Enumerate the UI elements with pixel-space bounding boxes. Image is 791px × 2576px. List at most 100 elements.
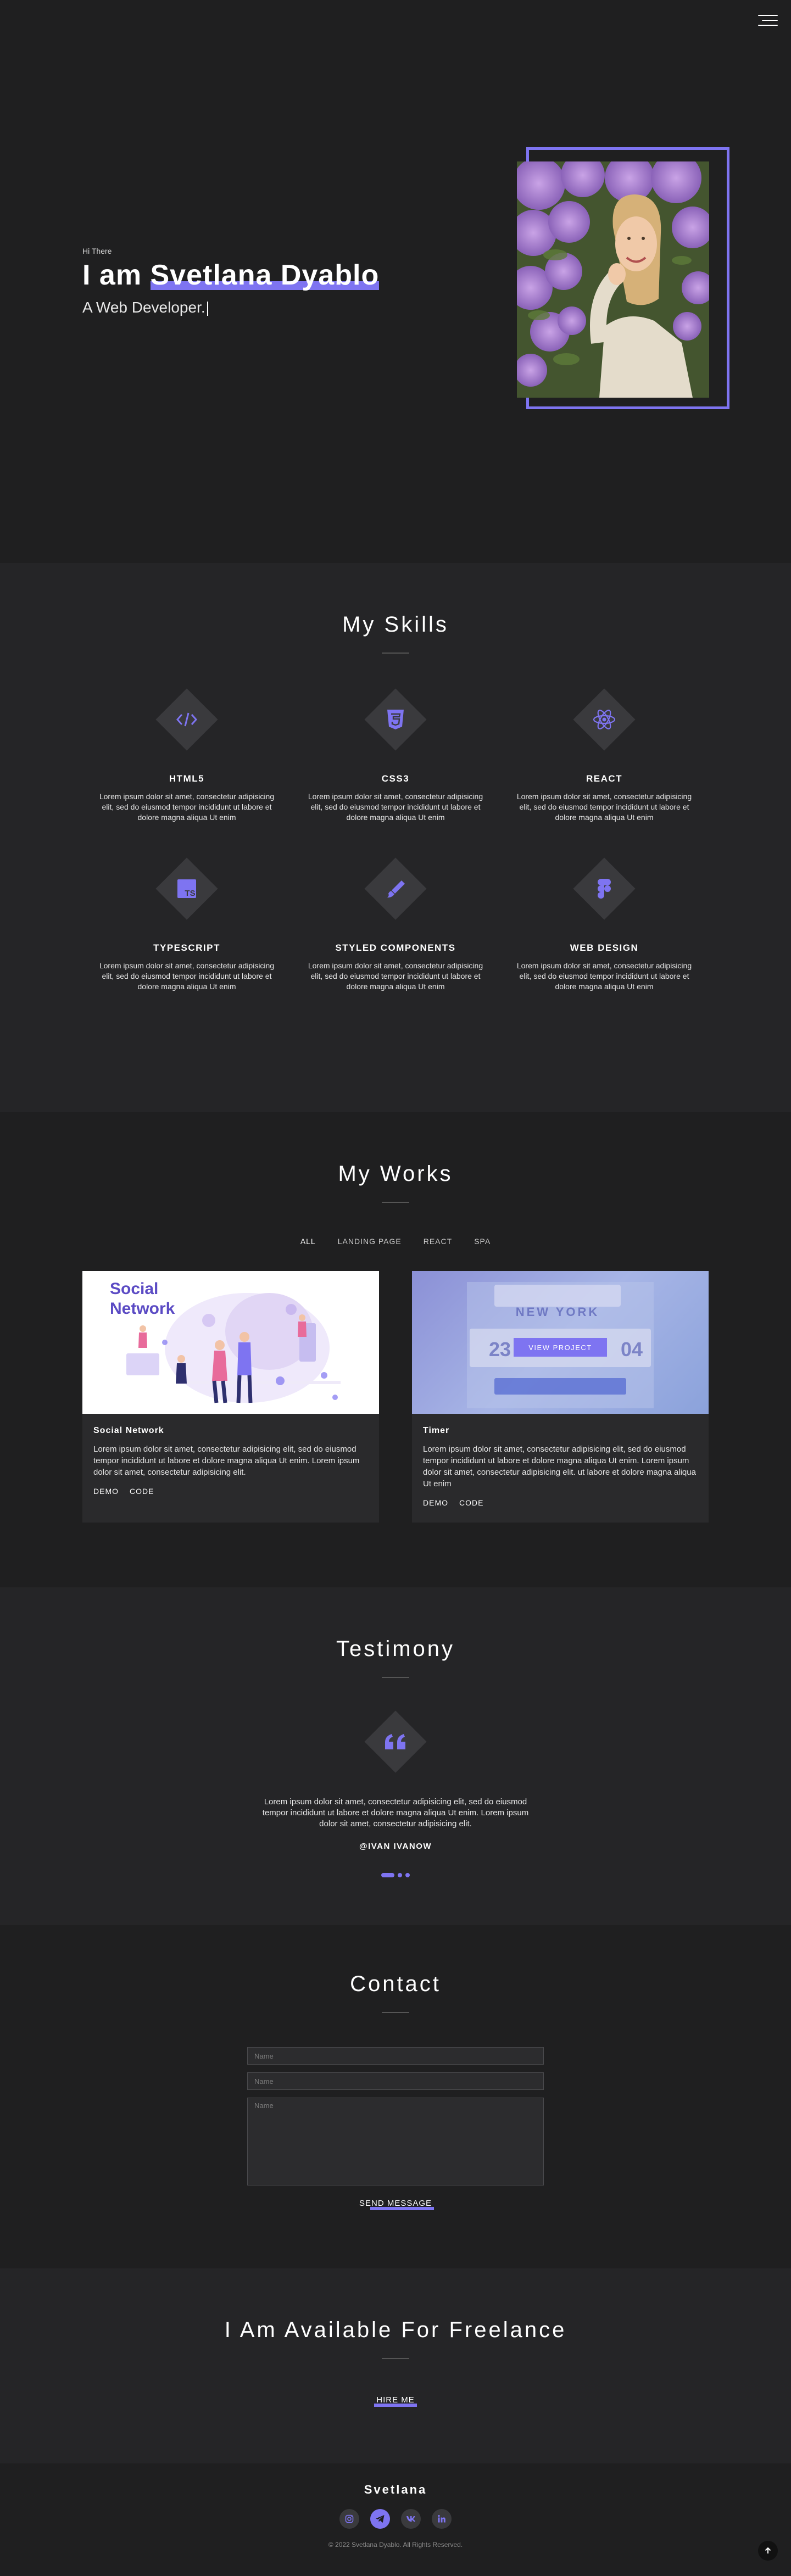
skill-card: CSS3 Lorem ipsum dolor sit amet, consect…: [302, 688, 489, 823]
tab-label: LANDING PAGE: [337, 1237, 402, 1246]
view-project-button[interactable]: VIEW PROJECT: [528, 1343, 592, 1352]
send-message-button[interactable]: SEND MESSAGE: [359, 2199, 435, 2210]
skill-description: Lorem ipsum dolor sit amet, consectetur …: [308, 961, 483, 991]
code-link[interactable]: CODE: [459, 1498, 483, 1507]
freelance-title: I Am Available For Freelance: [224, 2318, 567, 2342]
skill-description: Lorem ipsum dolor sit amet, consectetur …: [99, 792, 275, 822]
styled-components-icon: [387, 880, 405, 898]
contact-title: Contact: [350, 1972, 441, 1996]
section-divider: [382, 2012, 409, 2013]
freelance-section: I Am Available For Freelance HIRE ME: [0, 2268, 791, 2463]
message-field[interactable]: [247, 2098, 544, 2185]
skill-name: TYPESCRIPT: [153, 943, 220, 953]
hero-text: Hi There I am Svetlana Dyablo A Web Deve…: [82, 247, 379, 316]
tab-all[interactable]: ALL: [298, 1237, 318, 1249]
skill-icon-badge: [364, 857, 427, 921]
skills-section: My Skills HTML5 Lorem ipsum dolor sit am…: [0, 563, 791, 1112]
work-card: NEW YORK 23 04 VIEW PROJECT Timer Lorem …: [412, 1271, 709, 1523]
testimony-title: Testimony: [336, 1637, 455, 1661]
hire-me-button[interactable]: HIRE ME: [374, 2395, 417, 2407]
work-preview-image[interactable]: Social Network: [82, 1271, 379, 1414]
hero-greeting: Hi There: [82, 247, 112, 255]
carousel-dot-active[interactable]: [381, 1873, 394, 1877]
social-links: [0, 2509, 791, 2529]
tab-react[interactable]: REACT: [424, 1237, 452, 1248]
contact-section: Contact SEND MESSAGE: [0, 1925, 791, 2268]
name-field[interactable]: [247, 2047, 544, 2065]
skill-name: HTML5: [169, 773, 205, 784]
tab-landing-page[interactable]: LANDING PAGE: [338, 1237, 402, 1248]
skills-grid: HTML5 Lorem ipsum dolor sit amet, consec…: [0, 688, 791, 992]
skill-name: STYLED COMPONENTS: [335, 943, 456, 953]
carousel-dot[interactable]: [398, 1873, 402, 1877]
quote-icon: [385, 1734, 405, 1749]
skill-icon-badge: TS: [155, 857, 219, 921]
work-image-city: NEW YORK: [516, 1305, 600, 1319]
quote-badge: [364, 1710, 427, 1774]
work-preview-image[interactable]: NEW YORK 23 04 VIEW PROJECT: [412, 1271, 709, 1414]
demo-link[interactable]: DEMO: [423, 1498, 448, 1509]
contact-form: SEND MESSAGE: [247, 2047, 544, 2210]
scroll-to-top-button[interactable]: [758, 2541, 778, 2561]
skill-name: CSS3: [381, 773, 410, 784]
tab-label: ALL: [300, 1237, 316, 1246]
skill-card: WEB DESIGN Lorem ipsum dolor sit amet, c…: [511, 857, 698, 992]
skill-description: Lorem ipsum dolor sit amet, consectetur …: [99, 961, 275, 991]
work-image-days: 23: [489, 1338, 511, 1361]
skills-title: My Skills: [342, 612, 449, 637]
skill-name: REACT: [586, 773, 623, 784]
work-description: Lorem ipsum dolor sit amet, consectetur …: [93, 1445, 360, 1477]
hire-me-label: HIRE ME: [376, 2395, 415, 2405]
work-links: DEMO CODE: [423, 1498, 698, 1509]
figma-icon: [598, 879, 611, 899]
carousel-dots: [0, 1873, 791, 1877]
code-link[interactable]: CODE: [130, 1487, 154, 1496]
work-image-hours: 04: [621, 1338, 643, 1361]
footer-brand: Svetlana: [364, 2483, 427, 2496]
hero-title: I am Svetlana Dyablo: [82, 259, 380, 291]
demo-link-label: DEMO: [423, 1498, 448, 1507]
skill-icon-badge: [364, 688, 427, 751]
tab-spa[interactable]: SPA: [474, 1237, 491, 1248]
skill-icon-badge: [572, 857, 636, 921]
footer: Svetlana © 2022 Svetlana Dyablo. All Rig…: [0, 2463, 791, 2576]
works-title: My Works: [338, 1162, 453, 1186]
work-card-body: Timer Lorem ipsum dolor sit amet, consec…: [412, 1414, 709, 1523]
email-field[interactable]: [247, 2072, 544, 2090]
skill-description: Lorem ipsum dolor sit amet, consectetur …: [516, 961, 692, 991]
profile-photo: [517, 161, 709, 398]
hero-subtitle: A Web Developer.: [82, 299, 379, 316]
work-card-body: Social Network Lorem ipsum dolor sit ame…: [82, 1414, 379, 1511]
vk-icon[interactable]: [401, 2509, 421, 2529]
work-links: DEMO CODE: [93, 1487, 368, 1497]
hero-name: Svetlana Dyablo: [150, 259, 380, 291]
work-image-title-line2: Network: [110, 1300, 175, 1318]
testimony-section: Testimony Lorem ipsum dolor sit amet, co…: [0, 1587, 791, 1925]
instagram-icon[interactable]: [339, 2509, 359, 2529]
menu-burger-icon[interactable]: [758, 15, 778, 29]
demo-link[interactable]: DEMO: [93, 1487, 119, 1497]
skill-card: REACT Lorem ipsum dolor sit amet, consec…: [511, 688, 698, 823]
demo-link-label: DEMO: [93, 1487, 119, 1496]
section-divider: [382, 1677, 409, 1678]
work-title: Timer: [423, 1426, 450, 1435]
typing-caret: [207, 301, 208, 316]
skill-card: STYLED COMPONENTS Lorem ipsum dolor sit …: [302, 857, 489, 992]
skill-description: Lorem ipsum dolor sit amet, consectetur …: [516, 792, 692, 822]
telegram-icon[interactable]: [370, 2509, 390, 2529]
linkedin-icon[interactable]: [432, 2509, 452, 2529]
carousel-dot[interactable]: [405, 1873, 410, 1877]
code-icon: [176, 712, 198, 727]
work-title: Social Network: [93, 1426, 164, 1435]
skill-icon-badge: [155, 688, 219, 751]
tab-label: REACT: [423, 1237, 453, 1246]
work-image-title-line1: Social: [110, 1280, 158, 1298]
works-filter-tabs: ALL LANDING PAGE REACT SPA: [0, 1237, 791, 1249]
react-icon: [593, 710, 616, 729]
work-description: Lorem ipsum dolor sit amet, consectetur …: [423, 1445, 696, 1488]
works-grid: Social Network Social Network Lorem ipsu…: [0, 1271, 791, 1523]
copyright: © 2022 Svetlana Dyablo. All Rights Reser…: [328, 2541, 463, 2549]
testimony-text: Lorem ipsum dolor sit amet, consectetur …: [262, 1797, 529, 1828]
css3-icon: [387, 710, 404, 729]
tab-label: SPA: [474, 1237, 491, 1246]
